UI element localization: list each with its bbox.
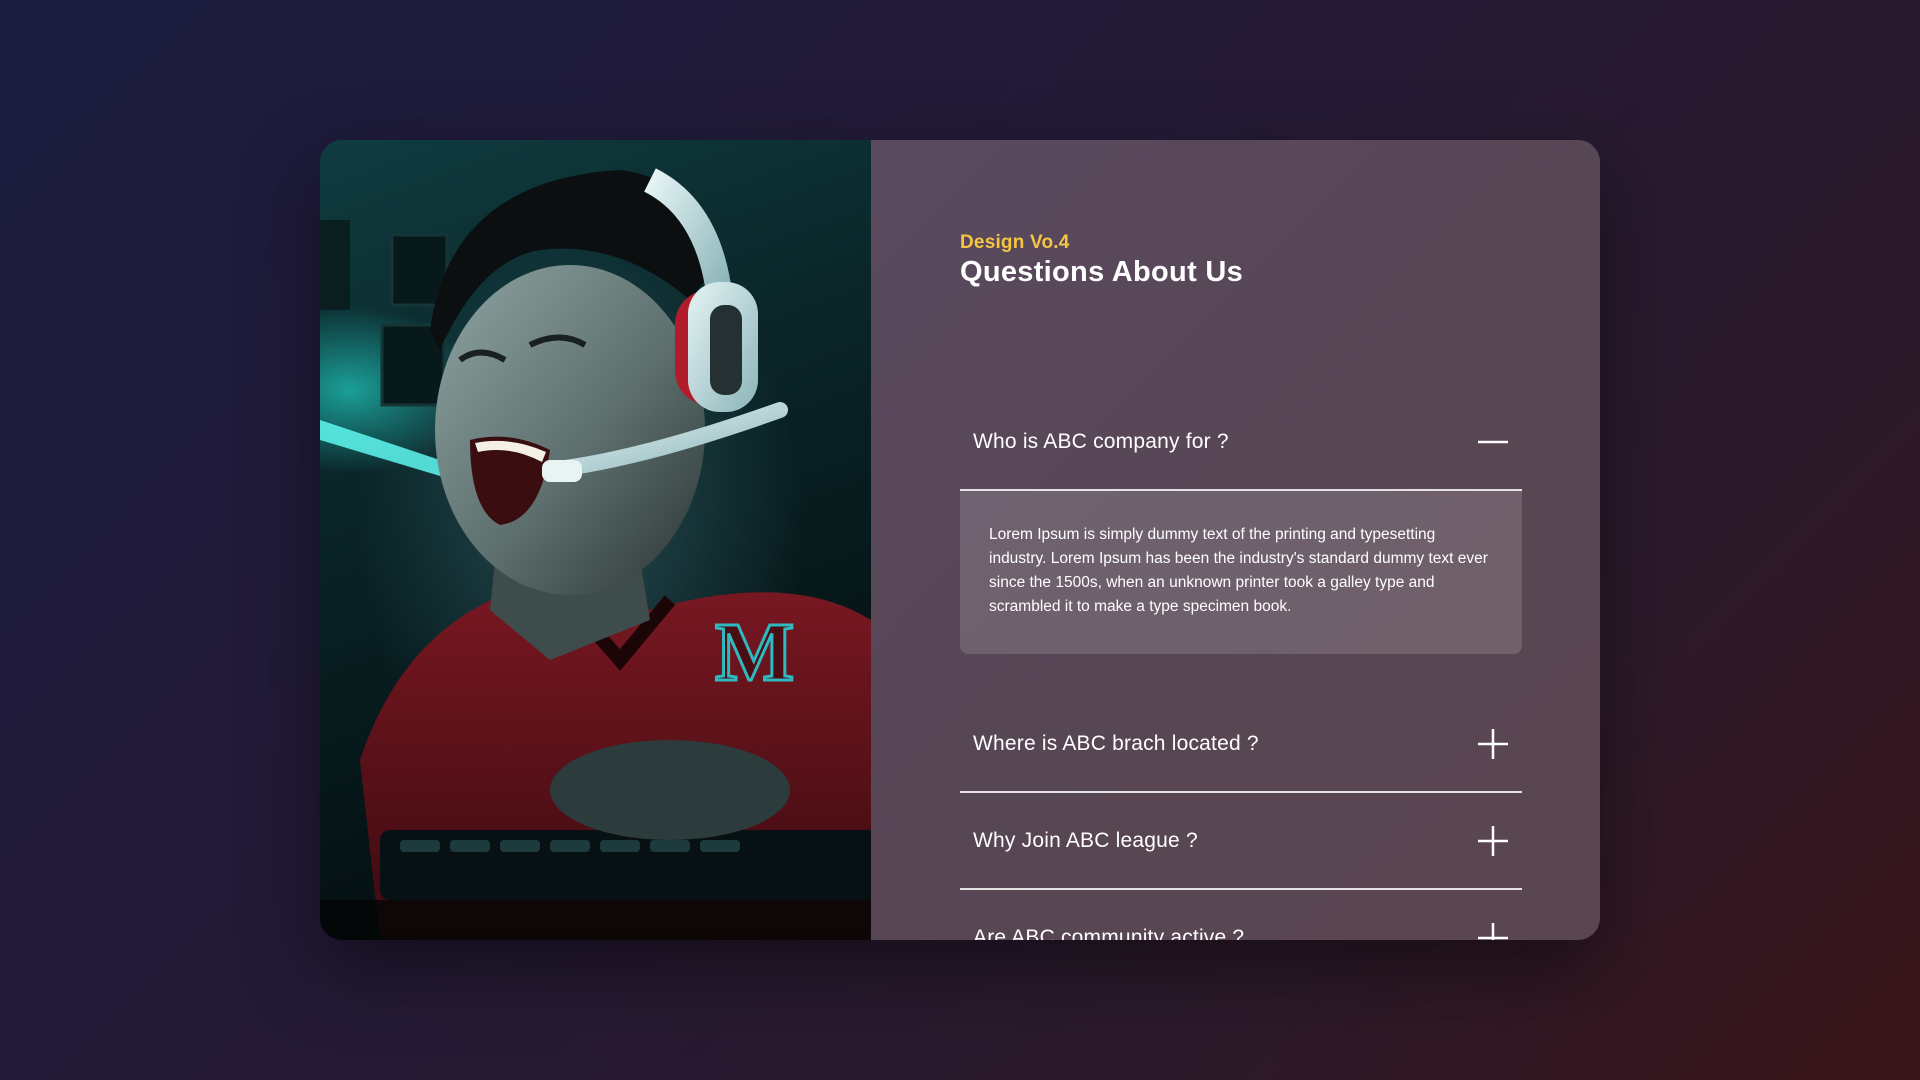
faq-item-header[interactable]: Who is ABC company for ? — [960, 394, 1522, 491]
jersey-letter: M — [715, 606, 794, 699]
faq-question: Who is ABC company for ? — [973, 429, 1229, 453]
faq-question: Where is ABC brach located ? — [973, 731, 1259, 755]
faq-answer: Lorem Ipsum is simply dummy text of the … — [960, 491, 1522, 654]
plus-icon[interactable] — [1478, 825, 1508, 856]
plus-icon[interactable] — [1478, 728, 1508, 759]
faq-item-3: Why Join ABC league ? — [960, 793, 1522, 890]
faq-card: M Design Vo.4 Questions About Us Who is … — [320, 140, 1600, 940]
faq-item-1: Who is ABC company for ? Lorem Ipsum is … — [960, 394, 1522, 654]
plus-icon[interactable] — [1478, 922, 1508, 940]
faq-item-4: Are ABC community active ? — [960, 890, 1522, 940]
page-title: Questions About Us — [960, 256, 1244, 288]
faq-question: Are ABC community active ? — [973, 925, 1245, 941]
faq-item-header[interactable]: Where is ABC brach located ? — [960, 696, 1522, 793]
faq-item-2: Where is ABC brach located ? — [960, 696, 1522, 793]
faq-item-header[interactable]: Why Join ABC league ? — [960, 793, 1522, 890]
faq-question: Why Join ABC league ? — [973, 828, 1198, 852]
minus-icon[interactable] — [1478, 427, 1508, 457]
gamer-illustration: M — [320, 168, 871, 940]
gamer-photo: M — [320, 140, 871, 940]
design-version-label: Design Vo.4 — [960, 232, 1070, 253]
faq-panel: Design Vo.4 Questions About Us Who is AB… — [871, 140, 1600, 940]
faq-item-header[interactable]: Are ABC community active ? — [960, 890, 1522, 940]
